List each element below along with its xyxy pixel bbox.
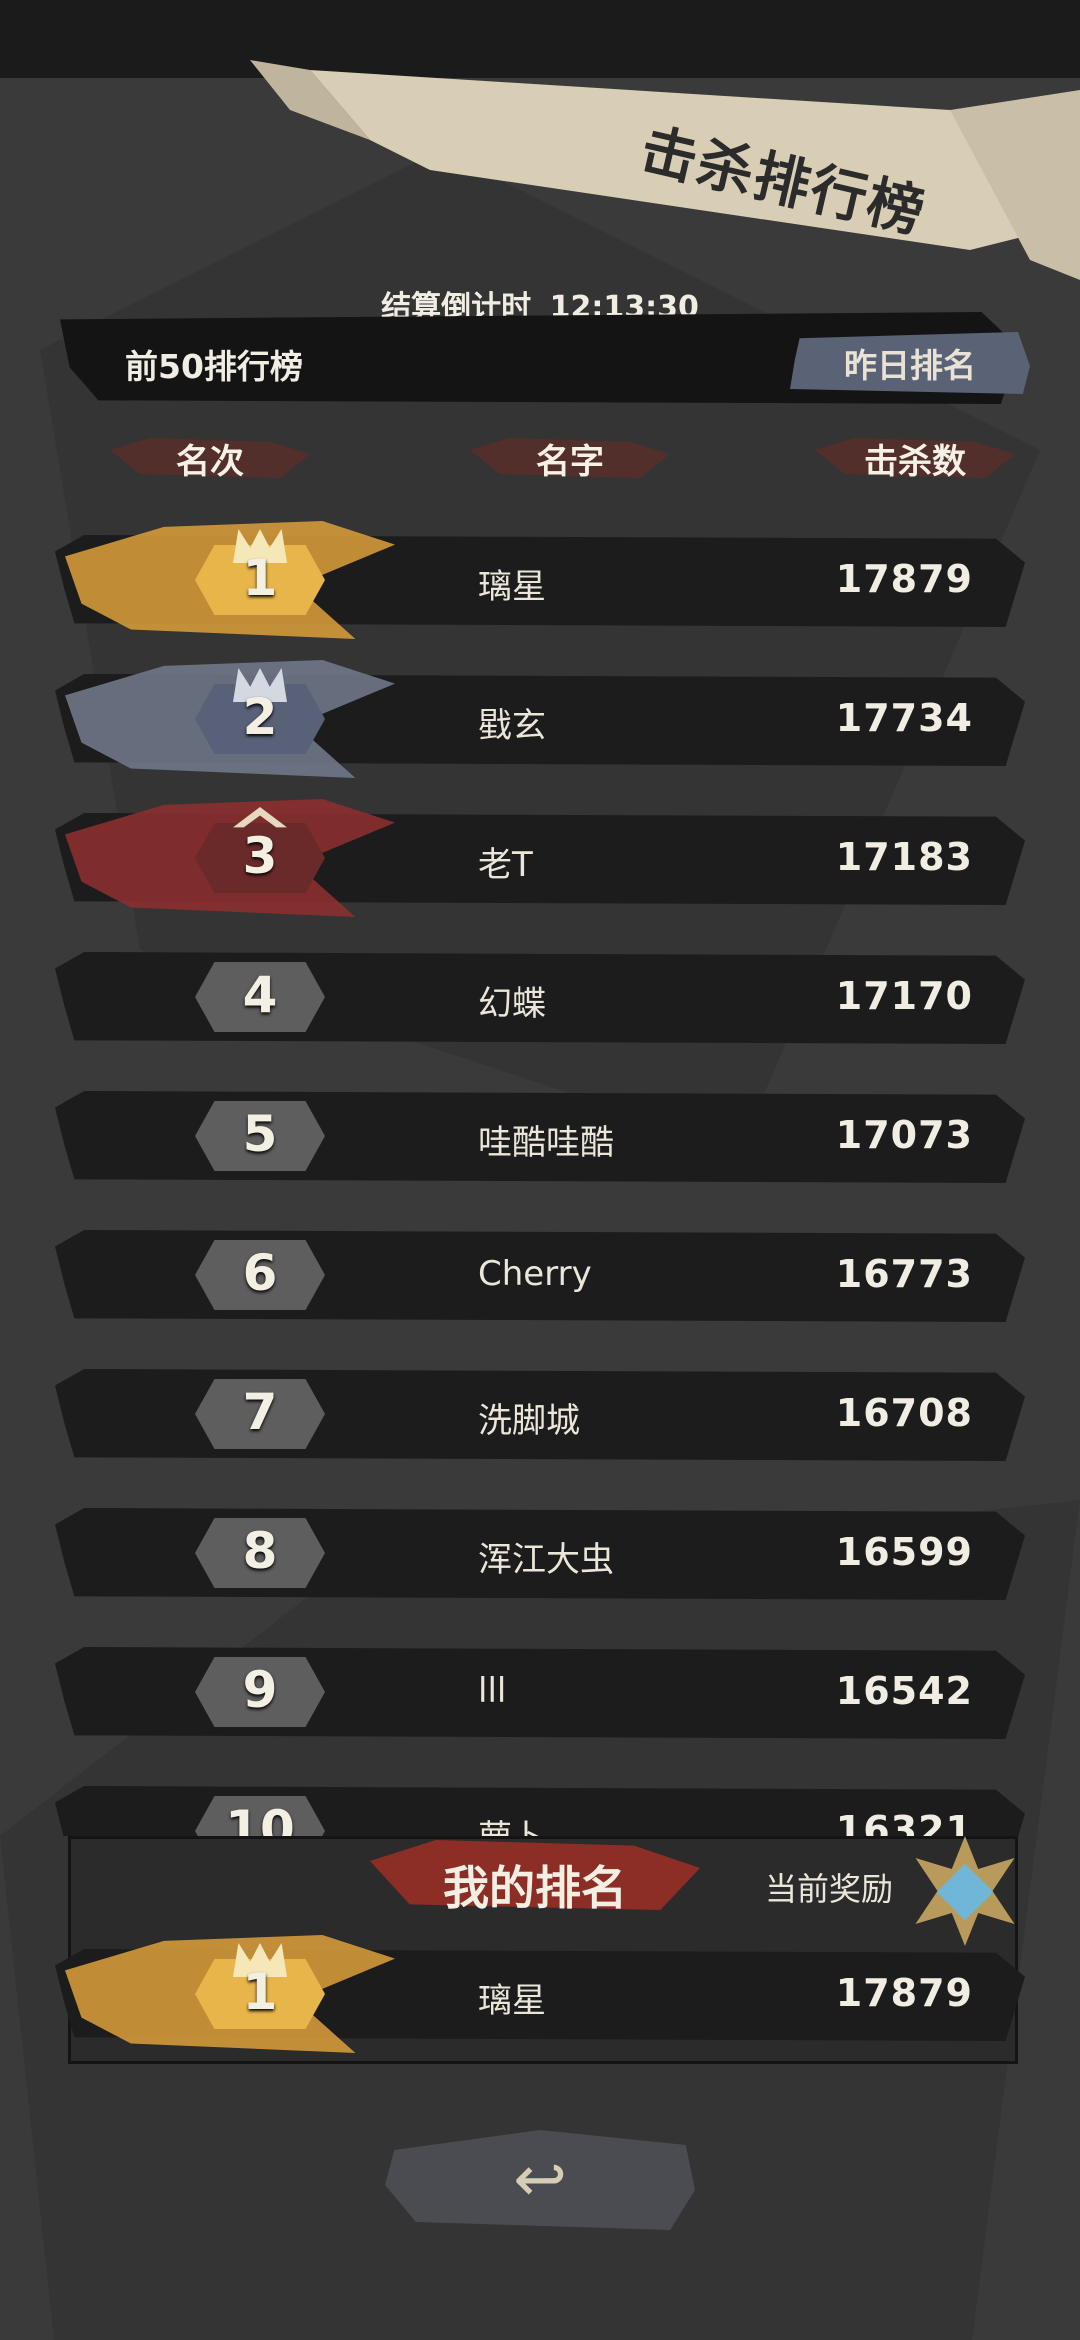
player-name: lll bbox=[478, 1671, 507, 1711]
player-name: 萝卜 bbox=[478, 1810, 546, 1836]
leaderboard-row: 9 lll 16542 bbox=[55, 1633, 1025, 1751]
kill-count: 16773 bbox=[835, 1252, 973, 1296]
board-label: 前50排行榜 bbox=[125, 347, 303, 386]
rank-number: 5 bbox=[242, 1105, 278, 1163]
kill-count: 17170 bbox=[835, 974, 973, 1018]
rank-number: 1 bbox=[242, 1963, 278, 2021]
rank-number: 3 bbox=[242, 827, 278, 885]
rank-number: 7 bbox=[242, 1383, 278, 1441]
player-name: 戥玄 bbox=[478, 706, 546, 746]
player-name: 璃星 bbox=[478, 1981, 546, 2021]
back-arrow-icon: ↩ bbox=[513, 2143, 567, 2217]
rank-number: 6 bbox=[242, 1244, 278, 1302]
rank-number: 1 bbox=[242, 549, 278, 607]
yesterday-rank-button[interactable]: 昨日排名 bbox=[790, 332, 1030, 394]
player-name: 哇酷哇酷 bbox=[478, 1123, 614, 1163]
player-name: 老T bbox=[478, 845, 533, 885]
leaderboard-row: 8 浑江大虫 16599 bbox=[55, 1494, 1025, 1612]
current-reward-label: 当前奖励 bbox=[765, 1870, 894, 1908]
rank-number: 4 bbox=[242, 966, 278, 1024]
leaderboard-row: 6 Cherry 16773 bbox=[55, 1216, 1025, 1334]
leaderboard-row: 5 哇酷哇酷 17073 bbox=[55, 1077, 1025, 1195]
my-rank-row: 1 璃星 17879 bbox=[55, 1935, 1025, 2053]
kill-count: 16321 bbox=[835, 1808, 973, 1836]
leaderboard-row: 2 戥玄 17734 bbox=[55, 660, 1025, 778]
kill-count: 17734 bbox=[835, 696, 973, 740]
leaderboard-row: 3 老T 17183 bbox=[55, 799, 1025, 917]
kill-count: 16542 bbox=[835, 1669, 973, 1713]
player-name: 洗脚城 bbox=[478, 1401, 580, 1441]
kill-count: 16708 bbox=[835, 1391, 973, 1435]
player-name: 浑江大虫 bbox=[478, 1540, 614, 1580]
rank-number: 8 bbox=[242, 1522, 278, 1580]
column-header-kills: 击杀数 bbox=[815, 430, 1015, 486]
rank-number: 2 bbox=[242, 688, 278, 746]
player-name: Cherry bbox=[478, 1254, 592, 1294]
leaderboard-row: 1 璃星 17879 bbox=[55, 521, 1025, 639]
leaderboard-row: 7 洗脚城 16708 bbox=[55, 1355, 1025, 1473]
player-name: 璃星 bbox=[478, 567, 546, 607]
column-header-name-label: 名字 bbox=[536, 441, 604, 482]
kill-count: 17879 bbox=[835, 557, 973, 601]
rank-number: 10 bbox=[225, 1800, 295, 1836]
player-name: 幻蝶 bbox=[478, 984, 546, 1024]
column-header-kills-label: 击杀数 bbox=[864, 441, 966, 482]
kill-count: 16599 bbox=[835, 1530, 973, 1574]
kill-count: 17183 bbox=[835, 835, 973, 879]
column-header-rank: 名次 bbox=[110, 430, 310, 486]
column-header-name: 名字 bbox=[470, 430, 670, 486]
leaderboard-row: 4 幻蝶 17170 bbox=[55, 938, 1025, 1056]
my-rank-title: 我的排名 bbox=[443, 1861, 627, 1915]
kill-count: 17073 bbox=[835, 1113, 973, 1157]
column-header-rank-label: 名次 bbox=[176, 441, 244, 482]
rank-number: 9 bbox=[242, 1661, 278, 1719]
leaderboard-row: 10 萝卜 16321 bbox=[55, 1772, 1025, 1836]
kill-count: 17879 bbox=[835, 1971, 973, 2015]
